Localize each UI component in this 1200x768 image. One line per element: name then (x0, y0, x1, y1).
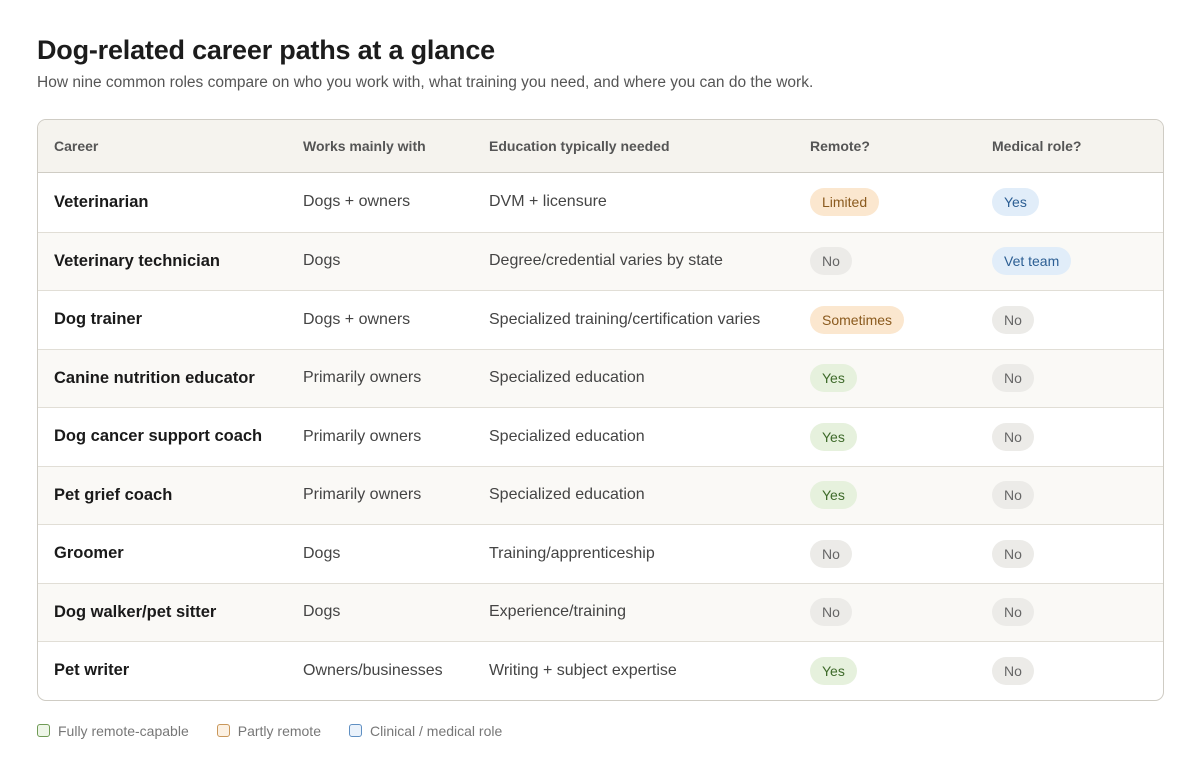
remote-badge: Limited (810, 188, 880, 217)
career-name: Dog walker/pet sitter (54, 602, 217, 621)
table-row: Groomer Dogs Training/apprenticeship No … (38, 524, 1163, 583)
education-cell: Specialized education (489, 427, 645, 445)
table-row: Pet writer Owners/businesses Writing + s… (38, 641, 1163, 700)
medical-badge: No (992, 364, 1034, 393)
amber-swatch-icon (216, 724, 230, 737)
career-table: Career Works mainly with Education typic… (37, 119, 1164, 701)
remote-badge: No (810, 539, 852, 568)
medical-badge: No (992, 656, 1034, 685)
works-with-cell: Dogs (303, 603, 341, 621)
education-cell: Specialized education (489, 486, 645, 504)
column-header-medical: Medical role? (992, 138, 1082, 154)
career-name: Veterinary technician (54, 251, 220, 270)
remote-badge: No (810, 598, 852, 627)
medical-cell: No (976, 539, 1163, 568)
medical-badge: No (992, 305, 1034, 334)
table-row: Dog cancer support coach Primarily owner… (38, 407, 1163, 466)
legend-label: Partly remote (237, 722, 321, 739)
column-header-career: Career (54, 138, 99, 154)
career-name: Veterinarian (54, 192, 149, 211)
education-cell: Specialized education (489, 369, 645, 387)
medical-cell: No (976, 481, 1163, 510)
table-header-row: Career Works mainly with Education typic… (38, 120, 1163, 173)
remote-badge: Sometimes (810, 305, 905, 334)
career-name: Dog trainer (54, 310, 143, 329)
education-cell: Training/apprenticeship (489, 544, 655, 562)
remote-cell: Yes (794, 656, 976, 685)
table-row: Dog trainer Dogs + owners Specialized tr… (38, 290, 1163, 349)
career-name: Canine nutrition educator (54, 368, 255, 387)
medical-cell: Vet team (976, 247, 1163, 276)
medical-cell: No (976, 598, 1163, 627)
works-with-cell: Dogs + owners (303, 193, 411, 211)
works-with-cell: Primarily owners (303, 427, 422, 445)
medical-badge: Vet team (992, 247, 1072, 276)
works-with-cell: Owners/businesses (303, 661, 443, 679)
works-with-cell: Primarily owners (303, 486, 422, 504)
legend-label: Clinical / medical role (369, 722, 503, 739)
career-name: Groomer (54, 544, 124, 563)
medical-badge: Yes (992, 188, 1039, 217)
medical-cell: No (976, 364, 1163, 393)
column-header-works-with: Works mainly with (303, 138, 426, 154)
legend: Fully remote-capable Partly remote Clini… (37, 723, 1164, 739)
education-cell: Specialized training/certification varie… (489, 310, 761, 328)
remote-badge: Yes (810, 656, 857, 685)
remote-cell: Yes (794, 364, 976, 393)
green-swatch-icon (37, 724, 50, 737)
remote-cell: Limited (794, 188, 976, 217)
remote-badge: Yes (810, 422, 857, 451)
works-with-cell: Dogs (303, 252, 341, 270)
table-row: Dog walker/pet sitter Dogs Experience/tr… (38, 582, 1163, 641)
works-with-cell: Primarily owners (303, 369, 422, 387)
remote-cell: Yes (794, 481, 976, 510)
legend-item-medical: Clinical / medical role (348, 722, 503, 739)
column-header-remote: Remote? (810, 138, 870, 154)
legend-item-partly-remote: Partly remote (216, 722, 321, 739)
medical-badge: No (992, 481, 1034, 510)
table-row: Veterinarian Dogs + owners DVM + licensu… (38, 173, 1163, 232)
medical-cell: Yes (976, 188, 1163, 217)
medical-cell: No (976, 305, 1163, 334)
remote-cell: Sometimes (794, 305, 976, 334)
table-row: Veterinary technician Dogs Degree/creden… (38, 231, 1163, 290)
remote-cell: No (794, 247, 976, 276)
remote-cell: No (794, 598, 976, 627)
career-name: Pet writer (54, 661, 130, 680)
remote-badge: Yes (810, 481, 857, 510)
works-with-cell: Dogs + owners (303, 310, 411, 328)
medical-badge: No (992, 598, 1034, 627)
blue-swatch-icon (348, 724, 362, 737)
career-name: Dog cancer support coach (54, 427, 263, 446)
table-row: Pet grief coach Primarily owners Special… (38, 465, 1163, 524)
medical-badge: No (992, 539, 1034, 568)
remote-badge: No (810, 247, 852, 276)
medical-cell: No (976, 656, 1163, 685)
medical-cell: No (976, 422, 1163, 451)
remote-cell: No (794, 539, 976, 568)
column-header-education: Education typically needed (489, 138, 670, 154)
works-with-cell: Dogs (303, 544, 341, 562)
career-name: Pet grief coach (54, 485, 173, 504)
legend-label: Fully remote-capable (58, 722, 189, 739)
remote-cell: Yes (794, 422, 976, 451)
education-cell: Writing + subject expertise (489, 661, 677, 679)
education-cell: Degree/credential varies by state (489, 252, 723, 270)
legend-item-remote: Fully remote-capable (37, 723, 189, 739)
medical-badge: No (992, 422, 1034, 451)
remote-badge: Yes (810, 364, 857, 393)
table-row: Canine nutrition educator Primarily owne… (38, 348, 1163, 407)
page-title: Dog-related career paths at a glance (37, 35, 495, 65)
education-cell: DVM + licensure (489, 193, 607, 211)
page-subtitle: How nine common roles compare on who you… (37, 74, 814, 91)
page: Dog-related career paths at a glance How… (0, 0, 1200, 768)
education-cell: Experience/training (489, 603, 626, 621)
